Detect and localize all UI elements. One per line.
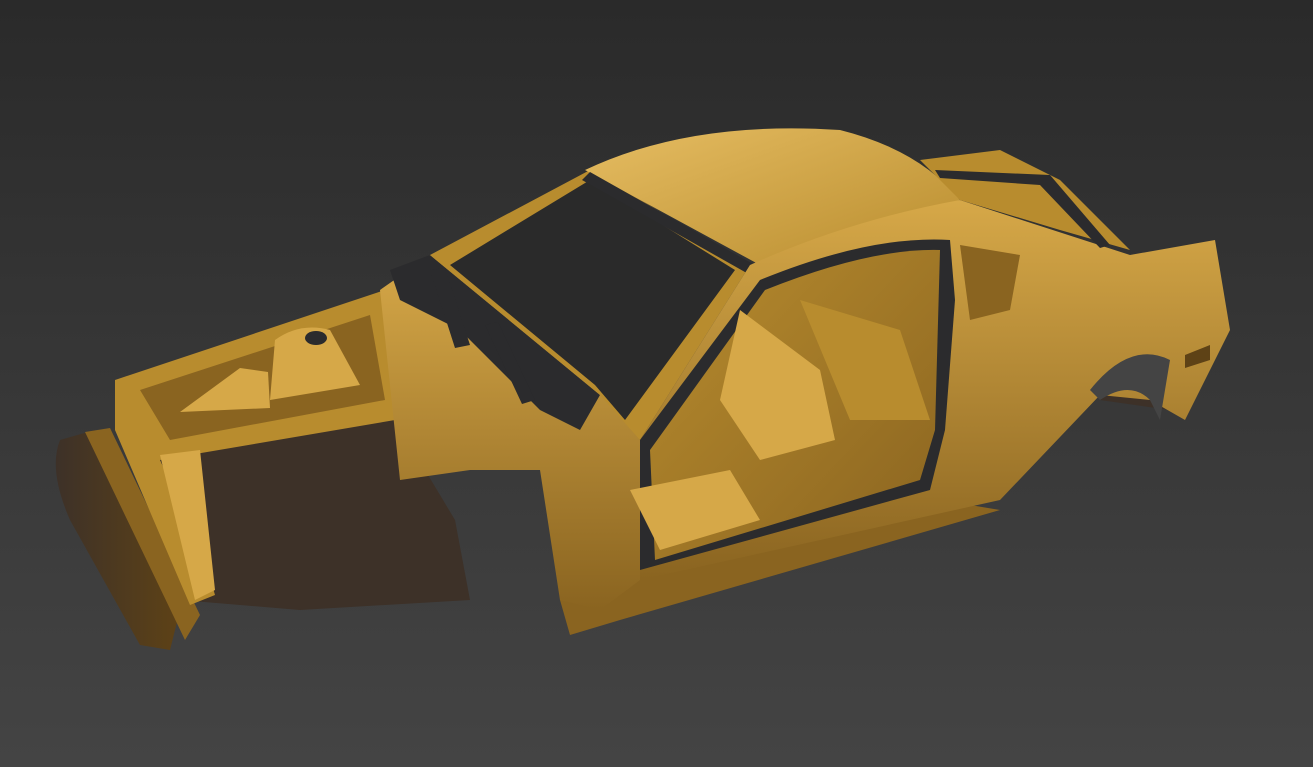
- car-body-render: [0, 0, 1313, 767]
- shock-tower-hole: [305, 331, 327, 345]
- render-viewport[interactable]: [0, 0, 1313, 767]
